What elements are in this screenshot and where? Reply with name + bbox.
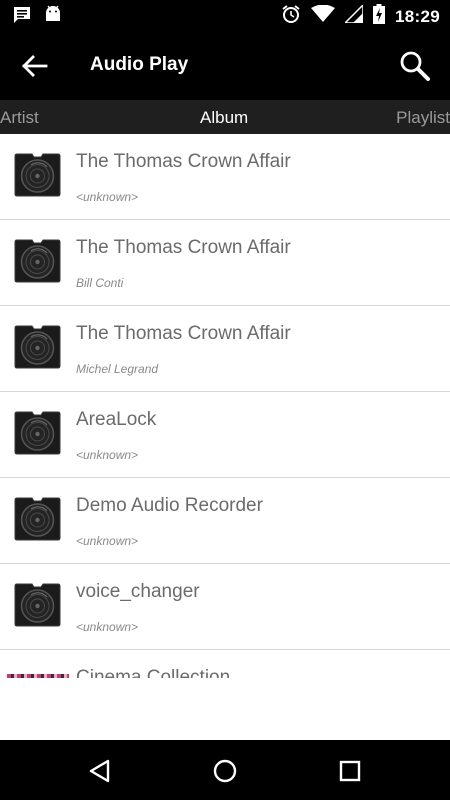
search-button[interactable]	[398, 49, 432, 83]
nav-back-button[interactable]	[87, 758, 113, 784]
nav-back-icon	[89, 759, 110, 783]
signal-icon	[343, 3, 364, 28]
album-art-icon	[14, 325, 61, 369]
app-bar: Audio Play	[0, 32, 450, 100]
album-artist: Bill Conti	[76, 276, 124, 290]
list-item[interactable]: The Thomas Crown Affair Michel Legrand	[0, 306, 450, 392]
status-time: 18:29	[395, 6, 440, 26]
nav-home-button[interactable]	[212, 758, 238, 784]
list-item[interactable]: The Thomas Crown Affair <unknown>	[0, 134, 450, 220]
message-icon	[12, 5, 32, 30]
search-icon	[400, 51, 430, 81]
page-title: Audio Play	[90, 54, 189, 75]
tab-album[interactable]: Album	[200, 108, 248, 128]
list-item[interactable]: AreaLock <unknown>	[0, 392, 450, 478]
android-icon	[44, 5, 62, 30]
album-title: AreaLock	[76, 409, 157, 430]
back-button[interactable]	[20, 52, 50, 80]
nav-recents-button[interactable]	[337, 758, 363, 784]
album-title: The Thomas Crown Affair	[76, 237, 291, 258]
list-item[interactable]: Demo Audio Recorder <unknown>	[0, 478, 450, 564]
album-art-icon	[14, 153, 61, 197]
status-bar: 18:29	[0, 0, 450, 32]
nav-home-icon	[213, 759, 237, 783]
album-artist: Michel Legrand	[76, 362, 159, 376]
album-title: voice_changer	[76, 581, 200, 602]
album-title: Cinema Collection	[76, 667, 231, 678]
nav-recents-icon	[339, 760, 361, 782]
album-artist: <unknown>	[76, 448, 139, 462]
wifi-icon	[311, 4, 336, 28]
album-art-icon	[14, 583, 61, 627]
album-artist: <unknown>	[76, 534, 139, 548]
battery-charging-icon	[373, 4, 386, 29]
album-list[interactable]: The Thomas Crown Affair <unknown> The Th…	[0, 134, 450, 678]
album-art-icon	[14, 497, 61, 541]
album-art-icon	[14, 411, 61, 455]
list-item[interactable]: voice_changer <unknown>	[0, 564, 450, 650]
arrow-left-icon	[22, 55, 48, 77]
system-nav-bar	[0, 740, 450, 800]
album-title: The Thomas Crown Affair	[76, 151, 291, 172]
alarm-icon	[281, 4, 301, 29]
album-title: Demo Audio Recorder	[76, 495, 263, 516]
tab-artist[interactable]: Artist	[0, 108, 39, 128]
album-artist: <unknown>	[76, 620, 139, 634]
album-art-image	[7, 674, 69, 678]
album-title: The Thomas Crown Affair	[76, 323, 291, 344]
tab-playlist[interactable]: Playlist	[396, 108, 450, 128]
list-item[interactable]: The Thomas Crown Affair Bill Conti	[0, 220, 450, 306]
album-art-icon	[14, 239, 61, 283]
list-item[interactable]: Cinema Collection	[0, 650, 450, 678]
album-artist: <unknown>	[76, 190, 139, 204]
tab-bar: Artist Album Playlist	[0, 100, 450, 134]
